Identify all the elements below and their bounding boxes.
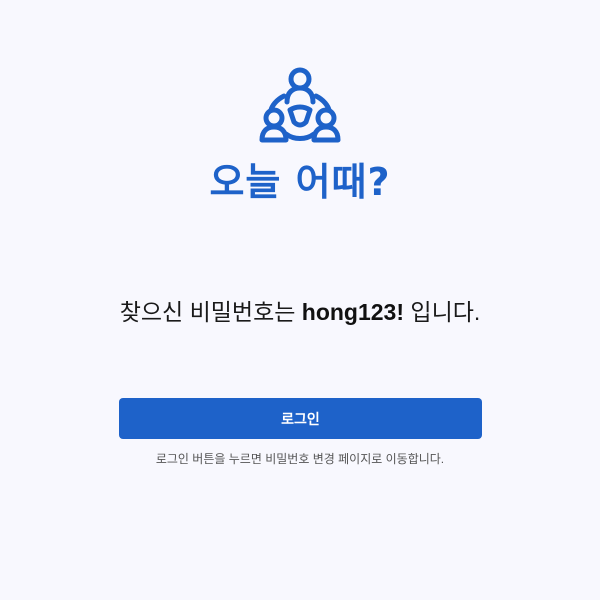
login-hint-text: 로그인 버튼을 누르면 비밀번호 변경 페이지로 이동합니다. (155, 452, 445, 466)
password-message: 찾으신 비밀번호는 hong123! 입니다. (0, 294, 600, 330)
password-result-page: 오늘 어때? 찾으신 비밀번호는 hong123! 입니다. 로그인 로그인 버… (0, 0, 600, 600)
brand-title: 오늘 어때? (209, 160, 391, 204)
message-prefix: 찾으신 비밀번호는 (119, 299, 302, 325)
found-password: hong123! (301, 299, 405, 325)
people-circle-icon (256, 66, 344, 146)
login-button[interactable]: 로그인 (119, 398, 482, 439)
message-suffix: 입니다. (404, 299, 481, 325)
